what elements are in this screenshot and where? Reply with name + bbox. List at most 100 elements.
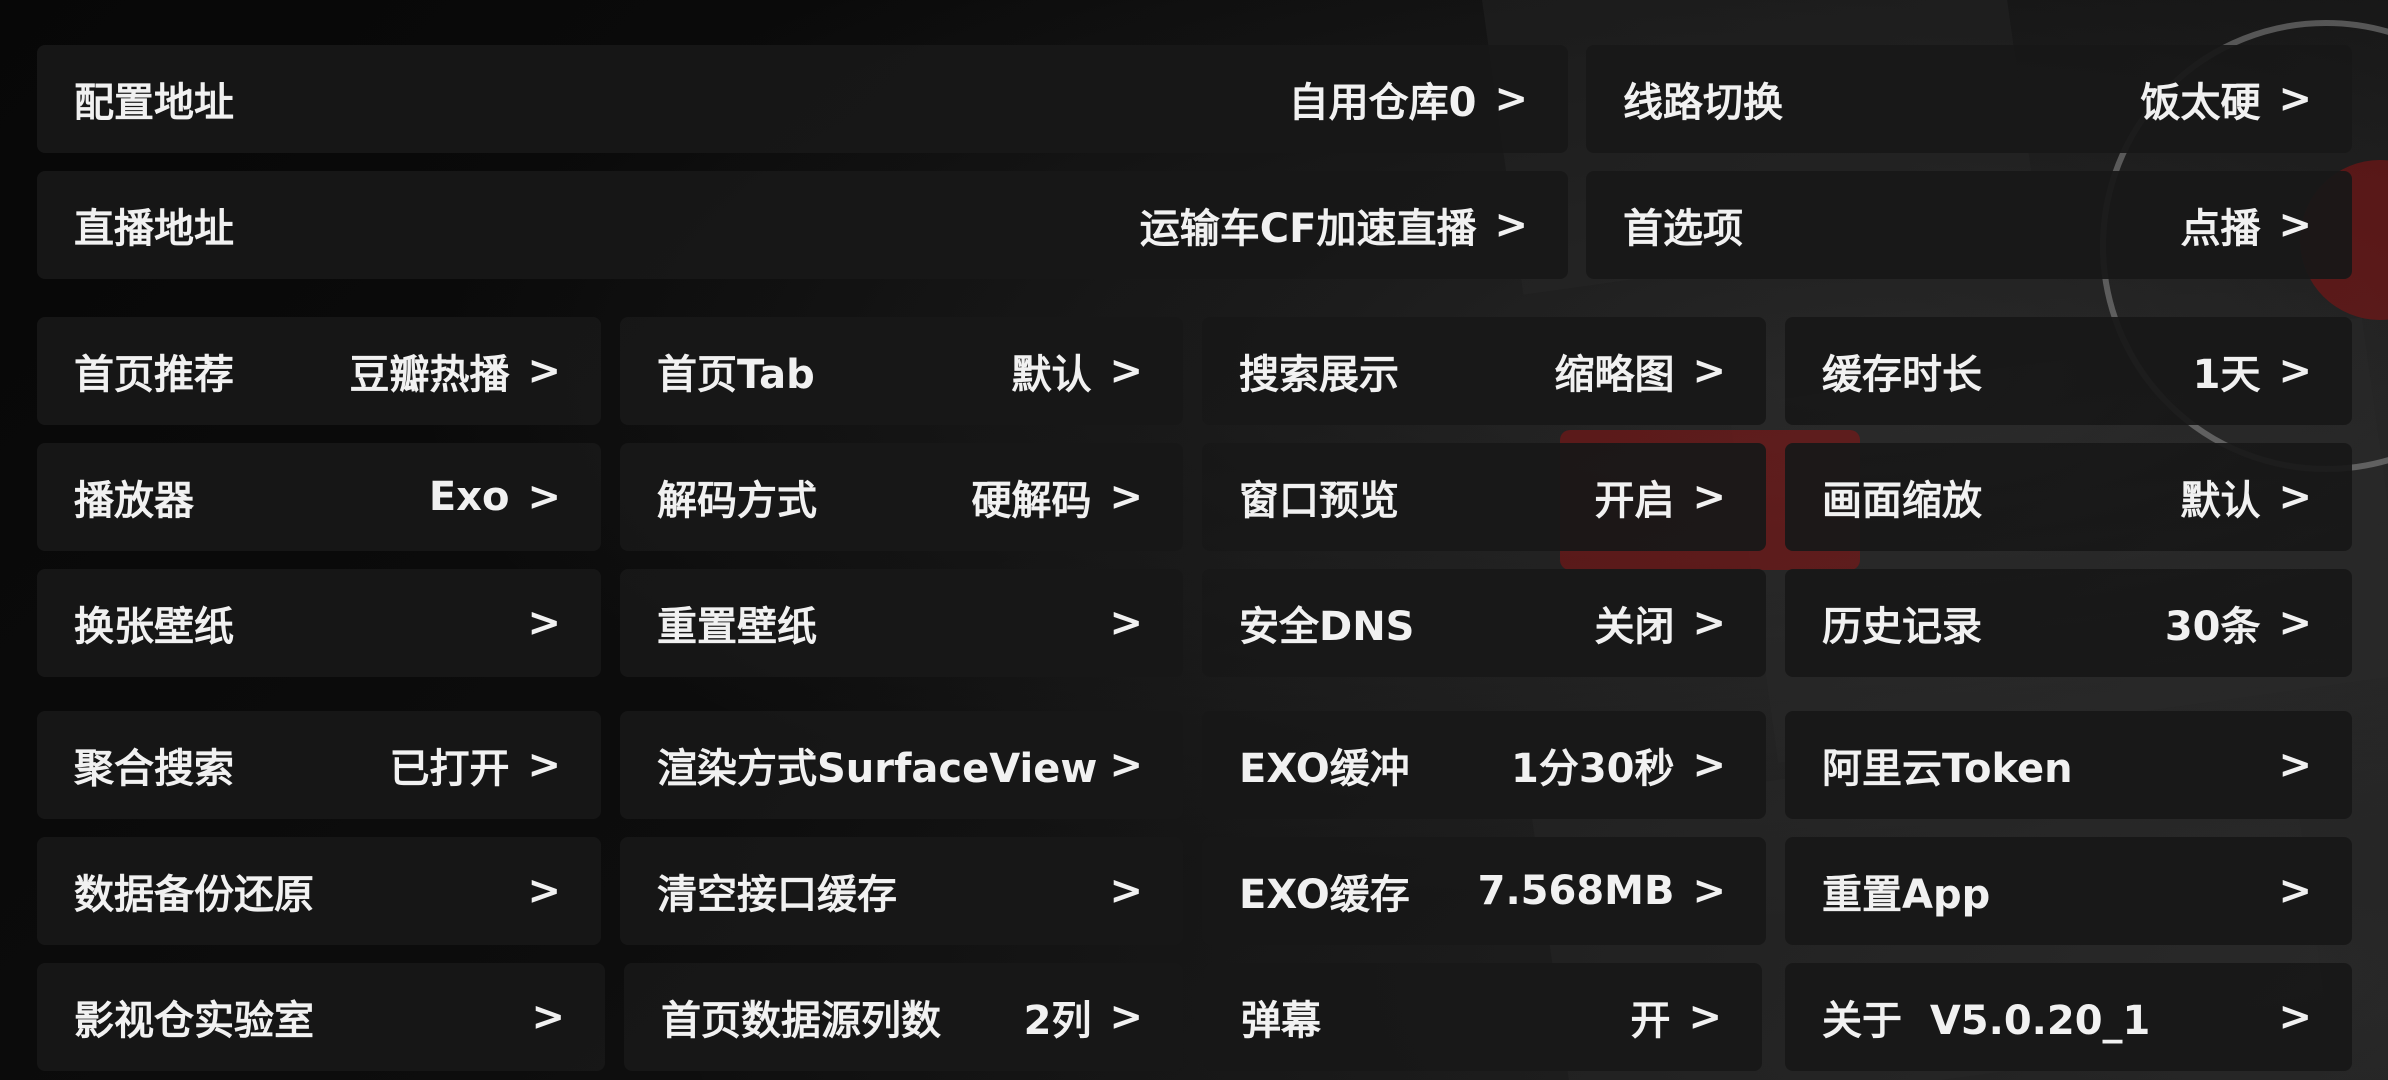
setting-value-group: > [2278,868,2312,914]
setting-label: 渲染方式SurfaceView [657,746,1098,792]
setting-item[interactable]: 画面缩放 默认 > [1785,443,2352,551]
setting-label: 直播地址 [74,206,234,252]
setting-item[interactable]: 换张壁纸 > [37,569,601,677]
setting-value-group: Exo > [429,474,561,520]
setting-value-group: 点播 > [2180,196,2312,254]
setting-value-group: > [531,994,565,1040]
setting-value-group: 饭太硬 > [2140,70,2312,128]
setting-item[interactable]: 影视仓实验室 > [37,963,605,1071]
setting-value-group: 30条 > [2165,594,2312,652]
setting-value: 1分30秒 [1510,746,1675,792]
setting-value: 默认 [1011,352,1092,398]
setting-value: 7.568MB [1477,868,1675,914]
chevron-right-icon: > [2278,742,2312,788]
chevron-right-icon: > [2278,348,2312,394]
setting-item[interactable]: 关于 V5.0.20_1 > [1785,963,2352,1071]
chevron-right-icon: > [2278,868,2312,914]
setting-item[interactable]: 首页数据源列数 2列 > [624,963,1183,1071]
setting-label: 阿里云Token [1822,746,2073,792]
setting-item[interactable]: EXO缓存 7.568MB > [1202,837,1766,945]
chevron-right-icon: > [1692,742,1726,788]
setting-label: 影视仓实验室 [74,998,314,1044]
setting-value-group: 运输车CF加速直播 > [1140,196,1528,254]
setting-label: 搜索展示 [1239,352,1399,398]
setting-value: 2列 [1023,998,1092,1044]
setting-value: 硬解码 [971,478,1092,524]
setting-item[interactable]: 缓存时长 1天 > [1785,317,2352,425]
chevron-right-icon: > [527,600,561,646]
setting-item[interactable]: 窗口预览 开启 > [1202,443,1766,551]
setting-item[interactable]: 线路切换 饭太硬 > [1586,45,2352,153]
setting-value-group: 开启 > [1594,468,1726,526]
chevron-right-icon: > [1109,742,1143,788]
setting-value: 已打开 [389,746,510,792]
chevron-right-icon: > [2278,600,2312,646]
setting-item[interactable]: 首页Tab 默认 > [620,317,1183,425]
setting-value-group: 硬解码 > [971,468,1143,526]
setting-value: 缩略图 [1554,352,1675,398]
setting-item[interactable]: 清空接口缓存 > [620,837,1183,945]
setting-label: EXO缓存 [1239,872,1410,918]
setting-label: 画面缩放 [1822,478,1982,524]
setting-value-group: 1分30秒 > [1511,736,1726,794]
chevron-right-icon: > [1109,348,1143,394]
chevron-right-icon: > [527,474,561,520]
setting-label: 换张壁纸 [74,604,234,650]
setting-value-group: > [2278,994,2312,1040]
setting-item[interactable]: 首选项 点播 > [1586,171,2352,279]
setting-item[interactable]: 安全DNS 关闭 > [1202,569,1766,677]
setting-value: 默认 [2180,478,2261,524]
setting-item[interactable]: 配置地址 自用仓库0 > [37,45,1568,153]
setting-item[interactable]: 渲染方式SurfaceView > [620,711,1183,819]
setting-value-group: 开 > [1630,988,1722,1046]
chevron-right-icon: > [2278,76,2312,122]
chevron-right-icon: > [1109,994,1143,1040]
setting-value-group: 缩略图 > [1554,342,1726,400]
setting-item[interactable]: EXO缓冲 1分30秒 > [1202,711,1766,819]
setting-value: 饭太硬 [2140,80,2261,126]
setting-item[interactable]: 历史记录 30条 > [1785,569,2352,677]
setting-value-group: 7.568MB > [1478,868,1726,914]
chevron-right-icon: > [527,742,561,788]
chevron-right-icon: > [1692,348,1726,394]
chevron-right-icon: > [1692,868,1726,914]
chevron-right-icon: > [527,868,561,914]
setting-value-group: 自用仓库0 > [1289,70,1528,128]
setting-value: 关闭 [1594,604,1675,650]
setting-item[interactable]: 聚合搜索 已打开 > [37,711,601,819]
setting-value: 豆瓣热播 [349,352,510,398]
setting-label: 首选项 [1623,206,1743,252]
setting-item[interactable]: 首页推荐 豆瓣热播 > [37,317,601,425]
setting-label: 关于 V5.0.20_1 [1822,998,2151,1044]
setting-item[interactable]: 搜索展示 缩略图 > [1202,317,1766,425]
setting-item[interactable]: 弹幕 开 > [1204,963,1762,1071]
setting-value-group: > [527,868,561,914]
chevron-right-icon: > [531,994,565,1040]
setting-label: EXO缓冲 [1239,746,1410,792]
setting-value: 1天 [2192,352,2261,398]
setting-item[interactable]: 解码方式 硬解码 > [620,443,1183,551]
chevron-right-icon: > [1494,202,1528,248]
setting-label: 清空接口缓存 [657,872,897,918]
setting-value: 30条 [2164,604,2261,650]
setting-value-group: > [527,600,561,646]
setting-label: 解码方式 [657,478,817,524]
setting-value: 运输车CF加速直播 [1139,206,1477,252]
setting-item[interactable]: 播放器 Exo > [37,443,601,551]
setting-item[interactable]: 数据备份还原 > [37,837,601,945]
setting-value-group: 默认 > [1011,342,1143,400]
setting-label: 首页数据源列数 [661,998,941,1044]
chevron-right-icon: > [1692,600,1726,646]
setting-label: 历史记录 [1822,604,1982,650]
setting-label: 缓存时长 [1822,352,1982,398]
setting-label: 弹幕 [1241,998,1321,1044]
setting-value-group: 已打开 > [389,736,561,794]
setting-item[interactable]: 阿里云Token > [1785,711,2352,819]
setting-value-group: 默认 > [2180,468,2312,526]
setting-value: 开 [1630,998,1671,1044]
chevron-right-icon: > [1109,474,1143,520]
setting-item[interactable]: 重置壁纸 > [620,569,1183,677]
setting-item[interactable]: 直播地址 运输车CF加速直播 > [37,171,1568,279]
setting-item[interactable]: 重置App > [1785,837,2352,945]
chevron-right-icon: > [2278,474,2312,520]
